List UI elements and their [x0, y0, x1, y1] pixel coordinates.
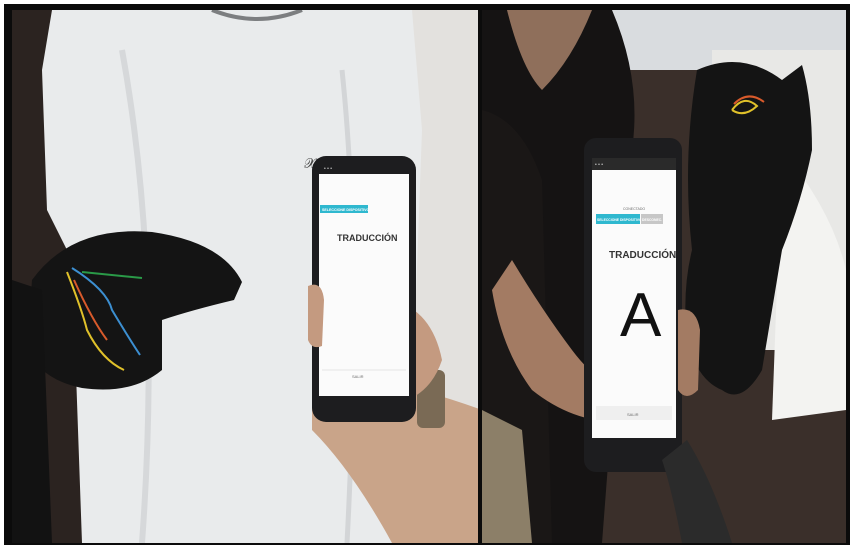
photo-right: • • • CONECTADO SELECCIONE DISPOSITIVO D…	[482, 10, 846, 543]
svg-text:• • •: • • •	[324, 166, 332, 172]
photo-left-scene: 𝒳 • • • SELECCIONE DISPOSITIVO TRADUCCIÓ…	[12, 10, 478, 543]
select-device-label: SELECCIONE DISPOSITIVO	[322, 208, 370, 212]
disconnect-label: DESCONEC.	[642, 218, 662, 222]
translated-letter: A	[620, 281, 662, 350]
photo-left: 𝒳 • • • SELECCIONE DISPOSITIVO TRADUCCIÓ…	[12, 10, 478, 543]
svg-text:• • •: • • •	[595, 162, 603, 168]
translation-title: TRADUCCIÓN	[609, 248, 676, 261]
translation-title: TRADUCCIÓN	[337, 232, 398, 243]
photo-collage: 𝒳 • • • SELECCIONE DISPOSITIVO TRADUCCIÓ…	[4, 4, 850, 545]
exit-button-label: SALIR	[627, 412, 639, 417]
smartphone-left: • • • SELECCIONE DISPOSITIVO TRADUCCIÓN …	[312, 156, 416, 422]
photo-right-scene: • • • CONECTADO SELECCIONE DISPOSITIVO D…	[482, 10, 846, 543]
connected-label: CONECTADO	[623, 207, 645, 211]
exit-button[interactable]: SALIR	[352, 374, 364, 379]
smartphone-right: • • • CONECTADO SELECCIONE DISPOSITIVO D…	[584, 138, 682, 472]
select-device-label: SELECCIONE DISPOSITIVO	[597, 218, 642, 222]
